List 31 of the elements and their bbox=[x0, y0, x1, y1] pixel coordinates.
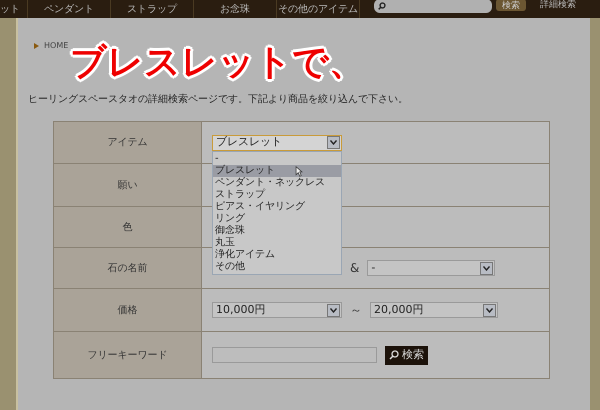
form-label-cell: 色 bbox=[54, 207, 202, 247]
search-button[interactable]: 検索 bbox=[385, 346, 428, 364]
dropdown-option[interactable]: リング bbox=[213, 212, 341, 224]
dropdown-option[interactable]: ストラップ bbox=[213, 188, 341, 200]
page-caption: ブレスレットで、 bbox=[70, 42, 365, 84]
separator-text: & bbox=[350, 260, 360, 277]
nav-link[interactable]: お念珠 bbox=[194, 0, 277, 18]
dropdown-option[interactable]: ペンダント・ネックレス bbox=[213, 176, 341, 188]
dropdown-option[interactable]: 丸玉 bbox=[213, 236, 341, 248]
dropdown-option[interactable]: その他 bbox=[213, 260, 341, 272]
dropdown-option[interactable]: 御念珠 bbox=[213, 224, 341, 236]
select-field[interactable]: ブレスレット bbox=[212, 134, 342, 150]
form-label-cell: アイテム bbox=[54, 122, 202, 163]
form-label-cell: フリーキーワード bbox=[54, 332, 202, 378]
select-field[interactable]: 10,000円 bbox=[212, 302, 342, 318]
breadcrumb-link[interactable]: HOME bbox=[44, 40, 68, 52]
form-label-cell: 願い bbox=[54, 164, 202, 206]
nav-link[interactable]: ストラップ bbox=[111, 0, 194, 18]
dropdown-option[interactable]: - bbox=[213, 152, 341, 164]
nav-link[interactable]: ペンダント bbox=[28, 0, 111, 18]
separator-text: ～ bbox=[350, 302, 362, 319]
intro-text: ヒーリングスペースタオの詳細検索ページです。下記より商品を絞り込んで下さい。 bbox=[28, 92, 408, 107]
select-field[interactable]: 20,000円 bbox=[370, 302, 498, 318]
select-field[interactable]: - bbox=[367, 260, 496, 276]
nav-link[interactable]: その他のアイテム bbox=[277, 0, 360, 18]
dropdown-option[interactable]: ブレスレット bbox=[213, 164, 341, 176]
form-label-cell: 価格 bbox=[54, 289, 202, 331]
form-label-cell: 石の名前 bbox=[54, 248, 202, 288]
dropdown-option[interactable]: 浄化アイテム bbox=[213, 248, 341, 260]
header-search-button[interactable]: 検索 bbox=[496, 0, 526, 11]
dropdown-option[interactable]: ピアス・イヤリング bbox=[213, 200, 341, 212]
